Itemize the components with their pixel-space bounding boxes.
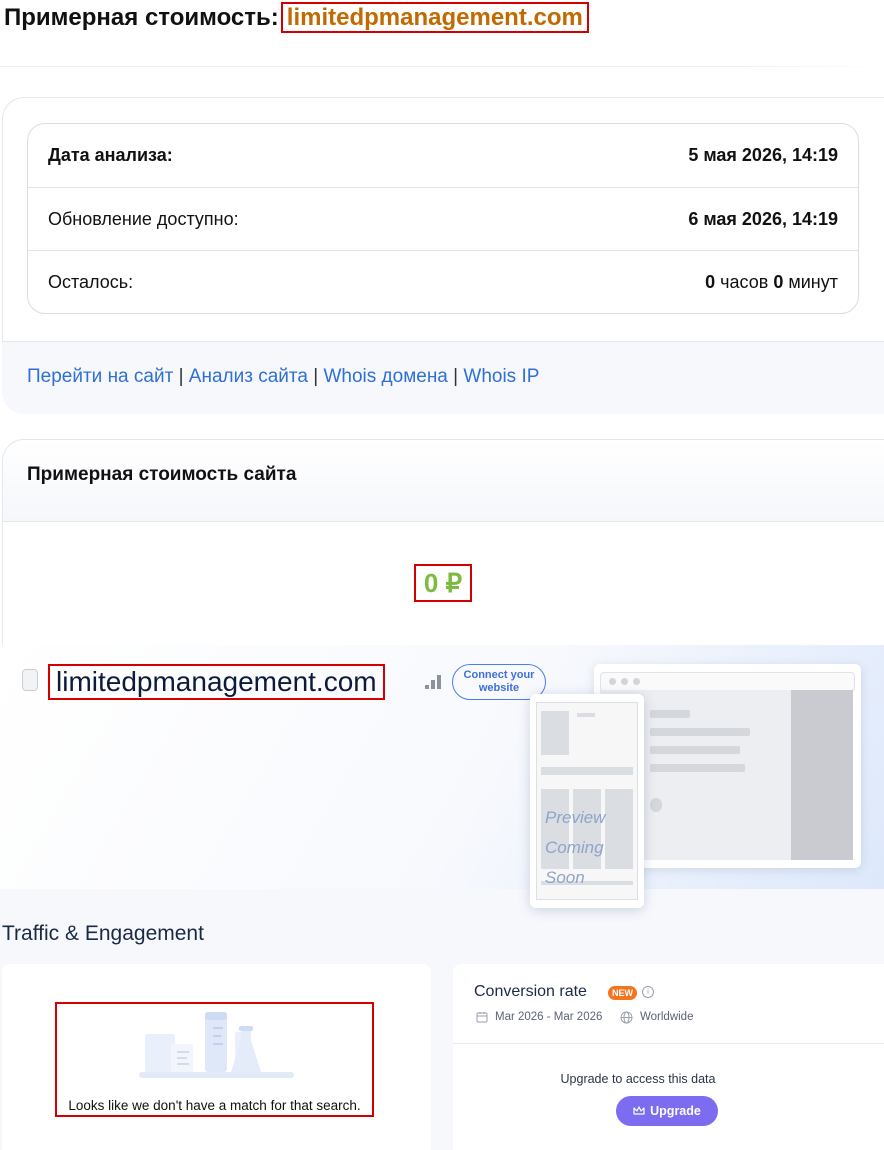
region: Worldwide [640,1011,694,1023]
globe-icon [620,1011,633,1024]
preview-coming-soon: Preview Coming Soon [545,808,606,887]
title-divider [0,66,884,67]
site-price: 0 ₽ [414,564,472,602]
analysis-date-value: 5 мая 2026, 14:19 [688,145,838,165]
remaining-value: 0 часов 0 минут [705,272,838,293]
page-title-domain: limitedpmanagement.com [280,2,589,33]
link-site-analysis[interactable]: Анализ сайта [189,366,308,387]
link-separator: | [453,366,459,387]
date-range: Mar 2026 - Mar 2026 [495,1011,603,1023]
remaining-label: Осталось: [48,271,134,292]
value-card-title: Примерная стоимость сайта [27,464,297,485]
traffic-section-title: Traffic & Engagement [2,922,204,945]
document-icon [22,669,38,691]
update-value: 6 мая 2026, 14:19 [688,208,838,229]
mobile-preview-body: Preview Coming Soon [536,702,638,900]
link-go-to-site[interactable]: Перейти на сайт [27,366,173,387]
update-label: Обновление доступно: [48,208,239,229]
remaining-hours-unit: часов [720,271,769,292]
link-separator: | [178,366,184,387]
analysis-date-label: Дата анализа: [48,145,173,165]
mobile-preview-image: Preview Coming Soon [530,694,644,908]
page-title: Примерная стоимость: limitedpmanagement.c… [4,2,589,33]
conversion-title: Conversion rate [474,983,587,1000]
similarweb-site-name[interactable]: limitedpmanagement.com [48,664,385,700]
link-whois-domain[interactable]: Whois домена [323,366,447,387]
link-separator: | [313,366,319,387]
crown-icon [633,1106,645,1115]
empty-state-illustration [139,1012,294,1078]
calendar-icon [476,1012,488,1023]
remaining-minutes: 0 [773,271,784,292]
page-title-prefix: Примерная стоимость: [4,4,279,31]
info-icon[interactable]: i [642,986,654,998]
remaining-minutes-unit: минут [788,271,838,292]
browser-bar [600,672,855,692]
remaining-hours: 0 [705,271,716,292]
analysis-row-update: Обновление доступно: 6 мая 2026, 14:19 [28,187,858,250]
upgrade-text: Upgrade to access this data [560,1072,716,1086]
no-match-text: Looks like we don't have a match for tha… [68,1098,361,1113]
site-links: Перейти на сайт | Анализ сайта | Whois д… [27,366,539,388]
analysis-row-remaining: Осталось: 0 часов 0 минут [28,250,858,313]
new-badge: NEW [608,986,637,1000]
upgrade-button[interactable]: Upgrade [616,1096,718,1126]
upgrade-button-label: Upgrade [650,1104,701,1118]
signal-bars-icon [425,675,441,689]
analysis-table: Дата анализа: 5 мая 2026, 14:19 Обновлен… [27,123,859,314]
analysis-row-date: Дата анализа: 5 мая 2026, 14:19 [28,124,858,187]
conversion-divider [453,1043,884,1044]
no-match-panel: Looks like we don't have a match for tha… [55,1002,374,1117]
link-whois-ip[interactable]: Whois IP [463,366,539,387]
